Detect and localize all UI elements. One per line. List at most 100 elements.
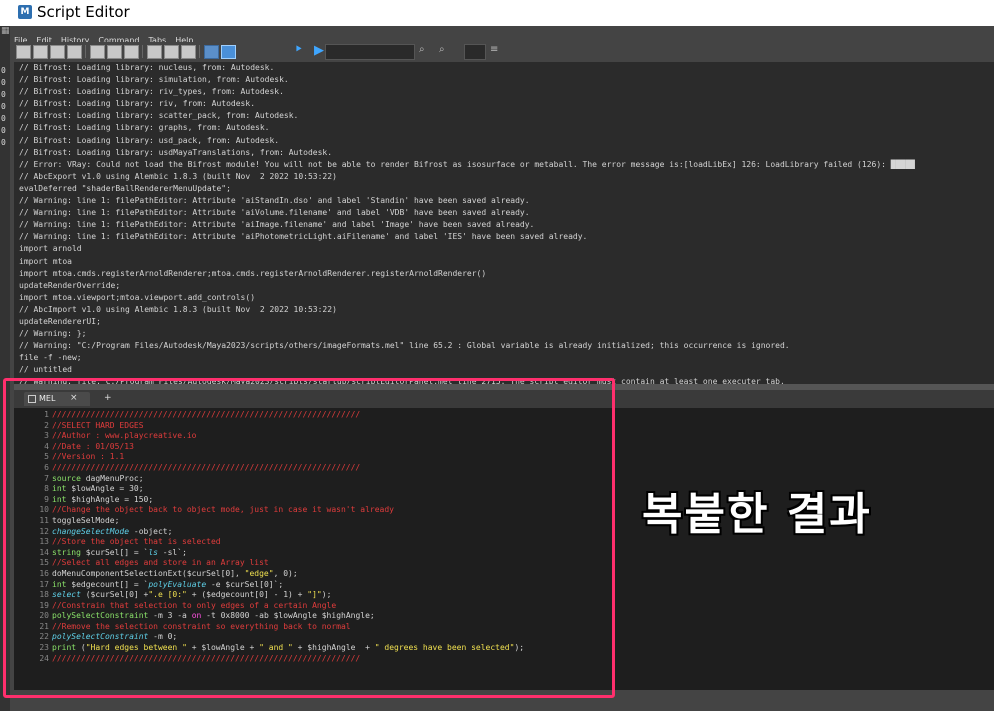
left-strip-digit: 0 — [1, 126, 6, 135]
execute-step-icon[interactable]: ⯈ — [294, 43, 303, 57]
code-token: ".e [0:" — [148, 590, 187, 600]
tab-bar: MEL × + — [14, 390, 994, 408]
line-number: 22 — [39, 632, 49, 642]
close-icon[interactable]: × — [70, 393, 78, 403]
code-line: int $edgecount[] = `polyEvaluate -e $cur… — [52, 580, 524, 591]
clear-history-icon[interactable] — [90, 45, 105, 59]
code-line: doMenuComponentSelectionExt($curSel[0], … — [52, 569, 524, 580]
echo-commands-icon[interactable] — [204, 45, 219, 59]
show-input-icon[interactable] — [164, 45, 179, 59]
title-bar: M Script Editor — [0, 0, 994, 26]
left-strip-digit: 0 — [1, 66, 6, 75]
clear-input-icon[interactable] — [107, 45, 122, 59]
code-line: //Change the object back to object mode,… — [52, 505, 524, 516]
line-number-gutter: 1 2 3 4 5 6 7 8 9 10 11 12 13 14 15 16 17 18 19 20 21 22 23 24 — [33, 410, 50, 664]
line-number: 15 — [39, 558, 49, 568]
code-token: //Change the object back to object mode,… — [52, 505, 394, 515]
code-line: select ($curSel[0] +".e [0:" + ($edgecou… — [52, 590, 524, 601]
tab-mel[interactable]: MEL × — [24, 392, 90, 406]
search-next-icon[interactable]: ⌕ — [439, 44, 445, 55]
save-script-icon[interactable] — [50, 45, 65, 59]
history-line: // Warning: line 1: filePathEditor: Attr… — [19, 196, 530, 206]
code-token: -object; — [129, 526, 173, 536]
goto-line-input[interactable] — [464, 44, 486, 60]
line-number: 8 — [44, 484, 49, 494]
code-token: select — [52, 590, 81, 600]
save-to-shelf-icon[interactable] — [67, 45, 82, 59]
code-token: //Store the object that is selected — [52, 537, 221, 547]
line-number: 10 — [39, 505, 49, 515]
code-token: + $highAngle + — [292, 643, 375, 653]
history-line: // Error: VRay: Could not load the Bifro… — [19, 159, 915, 169]
code-line: polySelectConstraint -m 3 -a on -t 0x800… — [52, 611, 524, 622]
code-editor[interactable]: 1 2 3 4 5 6 7 8 9 10 11 12 13 14 15 16 17 18 19 20 21 22 23 24 … — [14, 408, 994, 690]
code-line: int $highAngle = 150; — [52, 495, 524, 506]
code-token: polySelectConstraint — [52, 632, 149, 642]
code-area[interactable]: ////////////////////////////////////////… — [52, 410, 524, 664]
search-prev-icon[interactable]: ⌕ — [419, 44, 425, 55]
code-token: $curSel[] = ` — [80, 547, 149, 557]
line-number: 19 — [39, 600, 49, 610]
history-line: updateRendererUI; — [19, 316, 101, 326]
history-line: // untitled — [19, 365, 72, 375]
code-token: -m 3 -a — [148, 611, 192, 621]
line-number: 5 — [44, 452, 49, 462]
show-both-icon[interactable] — [181, 45, 196, 59]
code-token: doMenuComponentSelectionExt($curSel[0], — [52, 568, 245, 578]
code-token: changeSelectMode — [52, 526, 130, 536]
show-history-icon[interactable] — [147, 45, 162, 59]
code-token: int — [52, 579, 67, 589]
line-number: 17 — [39, 579, 49, 589]
code-token: dagMenuProc; — [80, 473, 144, 483]
history-pane[interactable]: // Bifrost: Loading library: nucleus, fr… — [14, 62, 994, 384]
line-number: 7 — [44, 473, 49, 483]
code-token: //SELECT HARD EDGES — [52, 420, 144, 430]
code-line: //Select all edges and store in an Array… — [52, 558, 524, 569]
code-line: source dagMenuProc; — [52, 474, 524, 485]
annotation-text: 복붙한 결과 — [642, 489, 872, 540]
goto-line-icon[interactable]: ≡ — [490, 44, 498, 55]
line-number: 11 — [39, 515, 49, 525]
add-tab-button[interactable]: + — [104, 393, 112, 403]
history-line: // Warning: "C:/Program Files/Autodesk/M… — [19, 341, 790, 351]
code-line: //Author : www.playcreative.io — [52, 431, 524, 442]
code-token: //Remove the selection constraint so eve… — [52, 621, 351, 631]
line-number: 13 — [39, 537, 49, 547]
code-line: //Store the object that is selected — [52, 537, 524, 548]
history-line: // Bifrost: Loading library: simulation,… — [19, 75, 289, 85]
code-token: //Version : 1.1 — [52, 452, 125, 462]
code-token: ls — [148, 547, 158, 557]
line-number: 16 — [39, 568, 49, 578]
tab-label: MEL — [39, 394, 56, 403]
line-numbers-icon[interactable] — [221, 45, 236, 59]
execute-all-icon[interactable]: ▶ — [314, 43, 324, 58]
line-number: 4 — [44, 441, 49, 451]
search-input[interactable] — [325, 44, 415, 60]
code-line: polySelectConstraint -m 0; — [52, 632, 524, 643]
code-line: print ("Hard edges between " + $lowAngle… — [52, 643, 524, 654]
line-number: 3 — [44, 431, 49, 441]
line-number: 20 — [39, 611, 49, 621]
code-line: //Remove the selection constraint so eve… — [52, 622, 524, 633]
history-line: // Bifrost: Loading library: graphs, fro… — [19, 123, 270, 133]
line-number: 1 — [44, 410, 49, 419]
code-token: polySelectConstraint — [52, 611, 149, 621]
code-token: //Author : www.playcreative.io — [52, 431, 197, 441]
open-script-icon[interactable] — [16, 45, 31, 59]
history-line: import mtoa.viewport;mtoa.viewport.add_c… — [19, 292, 256, 302]
script-tab-icon — [28, 395, 36, 403]
left-strip-digit: 0 — [1, 102, 6, 111]
code-line: string $curSel[] = `ls -sl`; — [52, 548, 524, 559]
code-token: ////////////////////////////////////////… — [52, 410, 361, 419]
history-line: // Warning: line 1: filePathEditor: Attr… — [19, 232, 588, 242]
clear-all-icon[interactable] — [124, 45, 139, 59]
line-number: 24 — [39, 653, 49, 663]
history-line: import arnold — [19, 244, 82, 254]
source-script-icon[interactable] — [33, 45, 48, 59]
history-line: // Warning: line 1: filePathEditor: Attr… — [19, 208, 530, 218]
code-token: + ($edgecount[0] - 1) + — [186, 590, 308, 600]
code-token: -m 0; — [148, 632, 178, 642]
left-strip-digit: 0 — [1, 90, 6, 99]
code-token: -sl`; — [157, 547, 187, 557]
code-token: $lowAngle = 30; — [66, 484, 144, 494]
